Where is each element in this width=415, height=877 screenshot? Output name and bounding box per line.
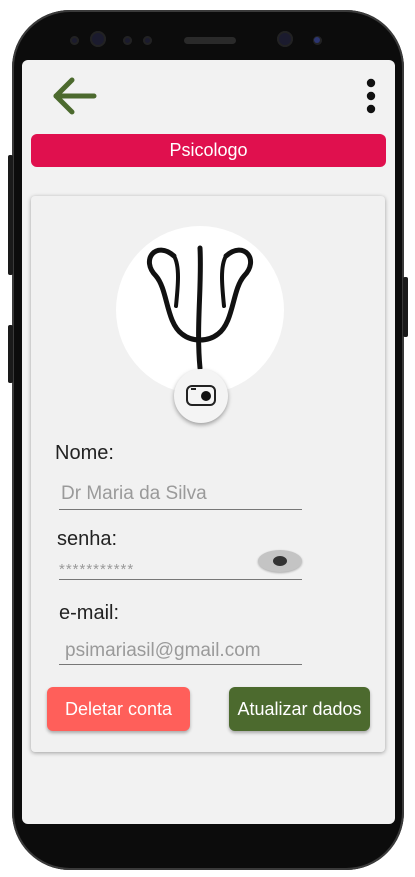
volume-down-button [8,325,13,383]
earpiece-speaker [184,37,236,44]
sensor-dot [143,36,152,45]
sensor-dot [313,36,322,45]
page-title: Psicologo [31,134,386,167]
app-screen: Psicologo Nome: senha: *********** [22,60,395,824]
more-vertical-icon [366,78,376,114]
email-field[interactable] [59,640,308,665]
toggle-password-visibility-button[interactable] [258,550,302,572]
iris-scanner [277,31,293,47]
back-button[interactable] [52,76,98,116]
sensor-dot [70,36,79,45]
password-value: *********** [59,561,135,578]
email-input[interactable] [59,640,308,662]
name-input[interactable] [59,483,304,505]
email-label: e-mail: [59,602,120,624]
camera-icon [186,385,216,406]
change-photo-button[interactable] [174,369,228,423]
more-menu-button[interactable] [362,78,380,114]
volume-up-button [8,155,13,275]
power-button [403,277,408,337]
name-label: Nome: [55,442,114,464]
sensor-dot [123,36,132,45]
delete-account-button[interactable]: Deletar conta [47,687,190,731]
name-field[interactable] [59,483,304,510]
arrow-left-icon [53,77,97,115]
front-camera [90,31,106,47]
update-data-button[interactable]: Atualizar dados [229,687,370,731]
profile-card: Nome: senha: *********** e-mail: Deletar… [31,196,385,752]
eye-icon [273,556,287,566]
password-label: senha: [57,528,118,550]
